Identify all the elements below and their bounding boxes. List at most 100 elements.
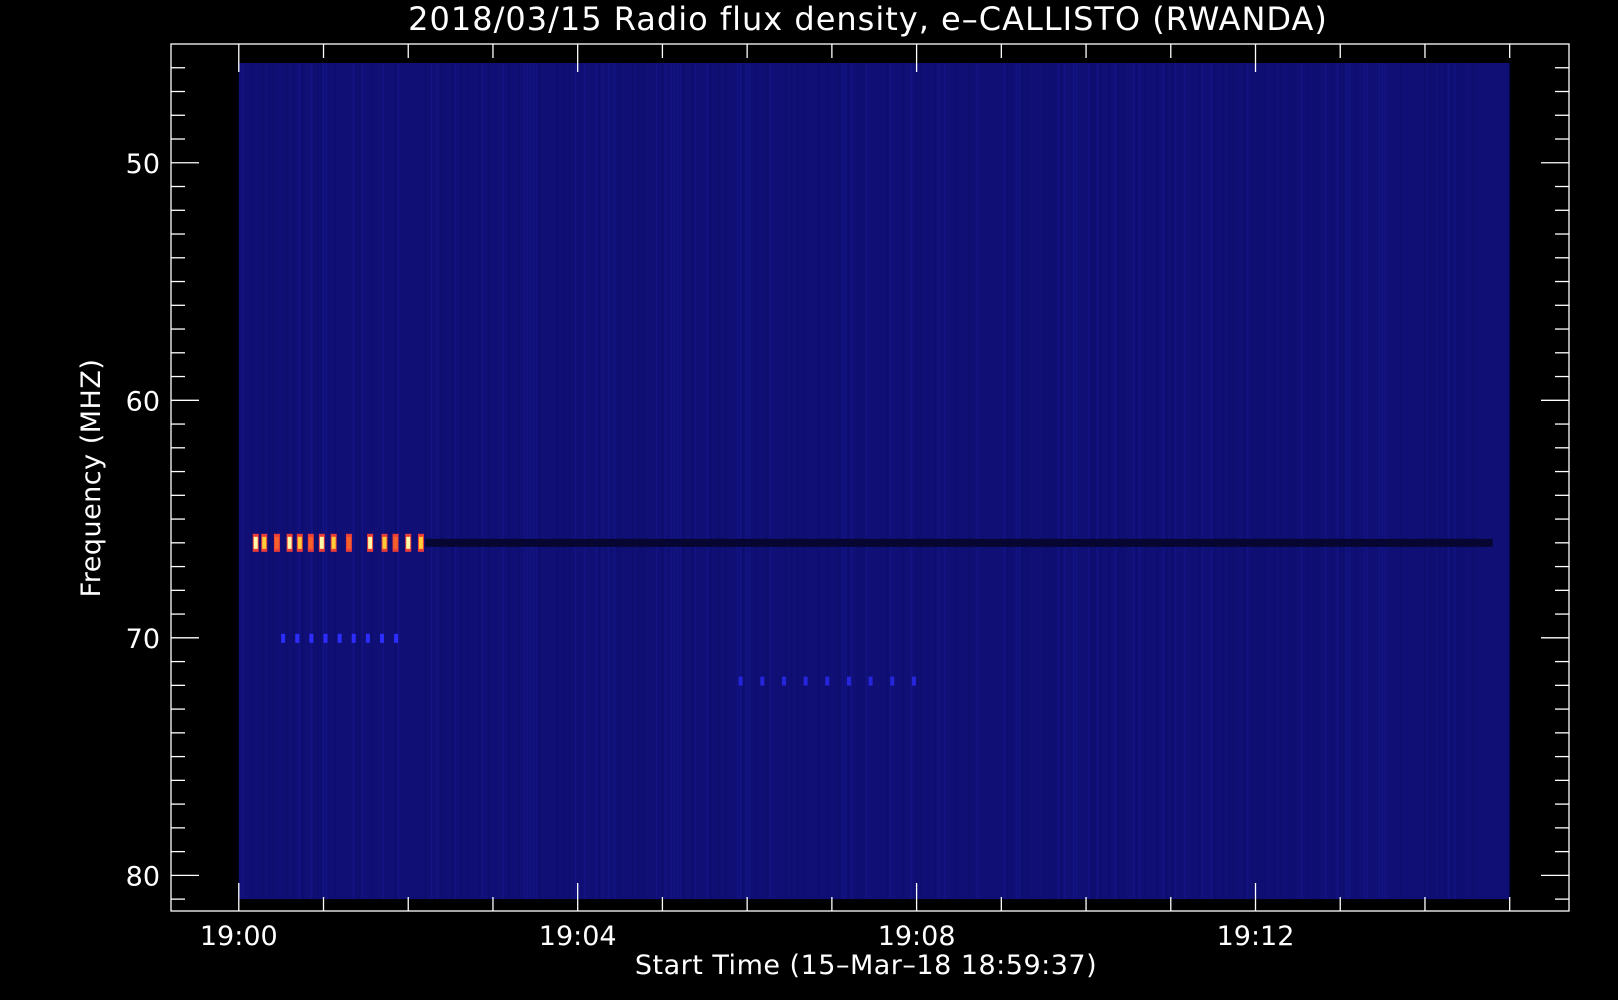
band-segment — [846, 676, 851, 686]
noise-column — [601, 63, 604, 900]
band-segment — [803, 676, 808, 686]
noise-column — [1201, 63, 1204, 900]
spectrogram-chart: 2018/03/15 Radio flux density, e–CALLIST… — [0, 0, 1618, 1000]
noise-column — [637, 63, 640, 900]
noise-column — [1324, 63, 1327, 900]
band-segment — [760, 676, 765, 686]
noise-column — [478, 63, 481, 900]
noise-column — [361, 63, 364, 900]
noise-column — [1456, 63, 1459, 900]
burst-pulse — [368, 536, 373, 549]
noise-column — [943, 63, 946, 900]
noise-column — [517, 63, 520, 900]
noise-column — [310, 63, 313, 900]
noise-column — [1348, 63, 1351, 900]
noise-column — [613, 63, 616, 900]
noise-column — [430, 63, 433, 900]
noise-column — [1264, 63, 1267, 900]
noise-column — [352, 63, 355, 900]
y-tick-label: 70 — [126, 624, 160, 655]
noise-column — [1210, 63, 1213, 900]
burst-pulse — [308, 536, 313, 549]
chart-title: 2018/03/15 Radio flux density, e–CALLIST… — [408, 0, 1328, 38]
y-tick-label: 80 — [126, 861, 160, 892]
noise-column — [616, 63, 619, 900]
noise-column — [889, 63, 892, 900]
noise-column — [631, 63, 634, 900]
noise-column — [607, 63, 610, 900]
noise-column — [1300, 63, 1303, 900]
noise-column — [1132, 63, 1135, 900]
noise-column — [739, 63, 742, 900]
noise-column — [709, 63, 712, 900]
burst-pulse — [253, 536, 258, 549]
band-segment — [309, 633, 314, 643]
noise-column — [1273, 63, 1276, 900]
noise-column — [763, 63, 766, 900]
noise-column — [838, 63, 841, 900]
noise-column — [523, 63, 526, 900]
noise-column — [1258, 63, 1261, 900]
noise-column — [1183, 63, 1186, 900]
noise-column — [568, 63, 571, 900]
noise-column — [1015, 63, 1018, 900]
noise-column — [454, 63, 457, 900]
burst-pulse — [331, 536, 336, 549]
noise-column — [679, 63, 682, 900]
noise-column — [1342, 63, 1345, 900]
noise-column — [1288, 63, 1291, 900]
noise-column — [1261, 63, 1264, 900]
band-segment — [394, 633, 399, 643]
noise-column — [1243, 63, 1246, 900]
noise-column — [1363, 63, 1366, 900]
noise-column — [1123, 63, 1126, 900]
band-segment — [890, 676, 895, 686]
noise-column — [1096, 63, 1099, 900]
noise-column — [334, 63, 337, 900]
noise-column — [1222, 63, 1225, 900]
noise-column — [562, 63, 565, 900]
noise-column — [1507, 63, 1510, 900]
noise-column — [1057, 63, 1060, 900]
noise-column — [595, 63, 598, 900]
noise-column — [655, 63, 658, 900]
noise-column — [706, 63, 709, 900]
noise-column — [1045, 63, 1048, 900]
noise-column — [643, 63, 646, 900]
noise-column — [1231, 63, 1234, 900]
noise-column — [1306, 63, 1309, 900]
noise-column — [424, 63, 427, 900]
noise-column — [1171, 63, 1174, 900]
noise-column — [745, 63, 748, 900]
noise-column — [934, 63, 937, 900]
burst-pulse — [274, 536, 279, 549]
x-axis-label: Start Time (15–Mar–18 18:59:37) — [635, 950, 1097, 981]
noise-column — [859, 63, 862, 900]
noise-column — [301, 63, 304, 900]
noise-column — [1315, 63, 1318, 900]
noise-column — [1087, 63, 1090, 900]
noise-column — [1234, 63, 1237, 900]
burst-pulse — [262, 536, 267, 549]
noise-column — [673, 63, 676, 900]
x-tick-label: 19:04 — [539, 921, 617, 952]
noise-column — [1459, 63, 1462, 900]
x-tick-label: 19:00 — [200, 921, 278, 952]
noise-column — [319, 63, 322, 900]
noise-column — [1432, 63, 1435, 900]
noise-column — [1003, 63, 1006, 900]
noise-column — [1336, 63, 1339, 900]
noise-column — [439, 63, 442, 900]
noise-column — [916, 63, 919, 900]
noise-column — [1429, 63, 1432, 900]
noise-column — [1099, 63, 1102, 900]
noise-column — [1378, 63, 1381, 900]
noise-column — [250, 63, 253, 900]
noise-column — [394, 63, 397, 900]
noise-column — [1255, 63, 1258, 900]
noise-column — [919, 63, 922, 900]
noise-column — [241, 63, 244, 900]
noise-column — [1108, 63, 1111, 900]
noise-column — [481, 63, 484, 900]
noise-column — [1423, 63, 1426, 900]
